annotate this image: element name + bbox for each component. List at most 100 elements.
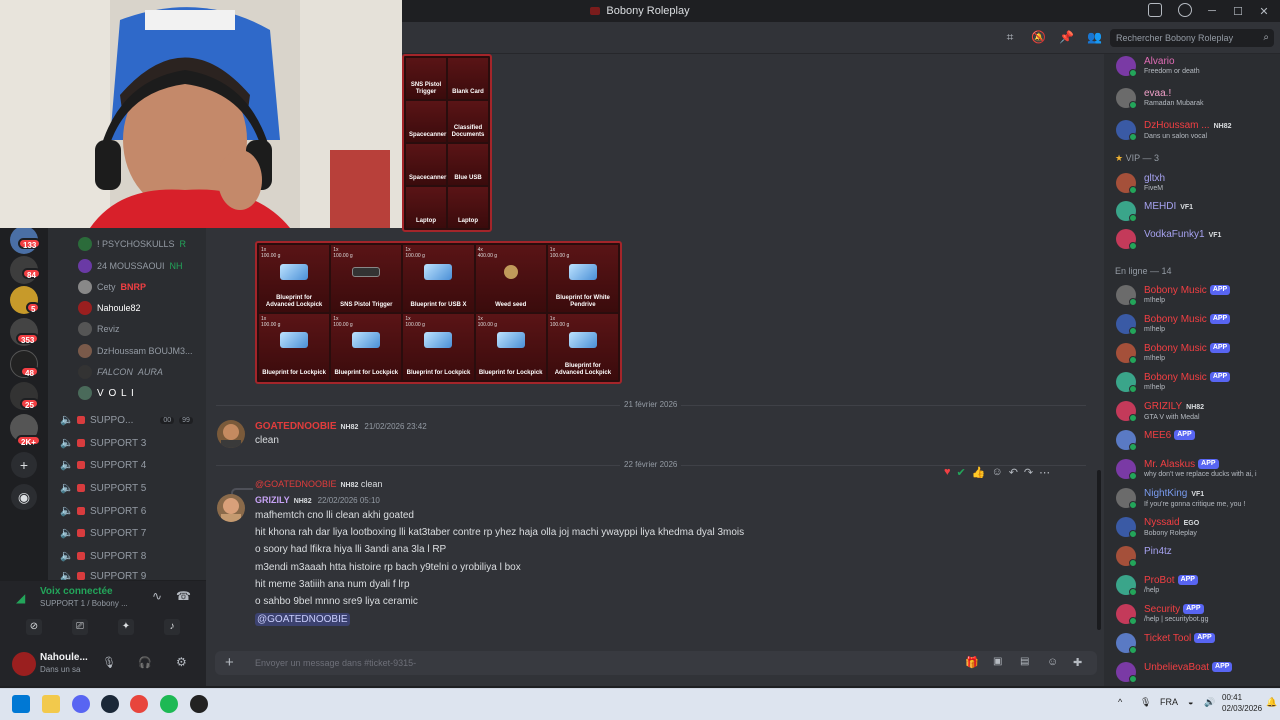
pin-icon[interactable]: 📌 bbox=[1059, 30, 1074, 44]
activities-icon[interactable]: ✦ bbox=[118, 619, 134, 635]
volume-icon[interactable]: 🔊 bbox=[1204, 697, 1215, 708]
voice-member[interactable]: ! PSYCHOSKULLS R bbox=[78, 237, 186, 251]
members-icon[interactable]: 👥 bbox=[1087, 30, 1102, 44]
channel-item[interactable]: 🔈 SUPPO... 00 99 bbox=[60, 414, 193, 426]
headphones-icon[interactable]: 🎧 bbox=[138, 656, 152, 669]
check-reaction-icon[interactable]: ✔ bbox=[957, 466, 966, 479]
chat-scrollbar[interactable] bbox=[1097, 470, 1101, 630]
mute-icon[interactable]: 🔕 bbox=[1031, 30, 1046, 44]
inventory-screenshot[interactable]: 1x 100.00 g Blueprint for Advanced Lockpic… bbox=[255, 241, 622, 384]
notification-icon[interactable]: 🔔 bbox=[1266, 697, 1277, 708]
tray-chevron-icon[interactable]: ^ bbox=[1118, 697, 1122, 707]
camera-off-icon[interactable]: ⊘ bbox=[26, 619, 42, 635]
app-icon[interactable] bbox=[190, 695, 208, 713]
add-reaction-icon[interactable]: ☺ bbox=[991, 466, 1002, 478]
member-item[interactable]: MEE6 APP bbox=[1116, 430, 1195, 451]
avatar[interactable] bbox=[12, 652, 36, 676]
voice-member[interactable]: Nahoule82 bbox=[78, 301, 141, 315]
member-item[interactable]: NightKing VF1 If you're gonna critique me,… bbox=[1116, 488, 1245, 509]
member-item[interactable]: GRIZILY NH82 GTA V with Medal bbox=[1116, 401, 1204, 422]
reply-icon[interactable]: ↶ bbox=[1009, 466, 1018, 479]
gear-icon[interactable]: ⚙ bbox=[176, 655, 187, 669]
windows-start-icon[interactable] bbox=[12, 695, 30, 713]
voice-member[interactable]: DzHoussam BOUJM3... bbox=[78, 344, 193, 358]
member-item[interactable]: gltxh FiveM bbox=[1116, 173, 1165, 194]
add-server-icon[interactable]: + bbox=[11, 452, 37, 478]
member-status: Bobony Roleplay bbox=[1144, 530, 1197, 537]
emoji-icon[interactable]: ☺ bbox=[1047, 656, 1058, 668]
steam-icon[interactable] bbox=[101, 695, 119, 713]
member-item[interactable]: MEHDI VF1 bbox=[1116, 201, 1193, 222]
gif-icon[interactable]: ▣ bbox=[993, 656, 1002, 667]
member-item[interactable]: VodkaFunky1 VF1 bbox=[1116, 229, 1221, 250]
discord-icon[interactable] bbox=[72, 695, 90, 713]
chrome-icon[interactable] bbox=[130, 695, 148, 713]
minimize-icon[interactable]: ─ bbox=[1202, 2, 1222, 20]
clock-date[interactable]: 02/03/2026 bbox=[1222, 704, 1262, 713]
apps-icon[interactable]: ✚ bbox=[1073, 656, 1082, 669]
voice-member[interactable]: FALCON AURA bbox=[78, 365, 163, 379]
voice-member[interactable]: Cety BNRP bbox=[78, 280, 146, 294]
message-composer[interactable]: + Envoyer un message dans #ticket-9315- … bbox=[215, 651, 1097, 675]
threads-icon[interactable]: ⌗ bbox=[1003, 30, 1017, 44]
member-item[interactable]: Alvario Freedom or death bbox=[1116, 56, 1200, 77]
spotify-icon[interactable] bbox=[160, 695, 178, 713]
channel-item[interactable]: 🔈 SUPPORT 6 bbox=[60, 505, 146, 517]
member-item[interactable]: ProBot APP/help bbox=[1116, 575, 1198, 596]
microphone-icon[interactable]: 🎙 bbox=[102, 656, 116, 669]
server-badge: 2K+ bbox=[16, 435, 41, 447]
avatar[interactable] bbox=[217, 494, 245, 522]
forward-icon[interactable]: ↷ bbox=[1024, 466, 1033, 479]
member-item[interactable]: DzHoussam ... NH82 Dans un salon vocal bbox=[1116, 120, 1231, 141]
member-item[interactable]: Bobony Music APP m!help bbox=[1116, 372, 1231, 393]
channel-item[interactable]: 🔈 SUPPORT 8 bbox=[60, 550, 146, 562]
message-author[interactable]: GOATEDNOOBIE NH82 21/02/2026 23:42 bbox=[255, 421, 427, 432]
voice-member[interactable]: V O L I bbox=[78, 386, 135, 400]
channel-item[interactable]: 🔈 SUPPORT 4 bbox=[60, 459, 146, 471]
disconnect-icon[interactable]: ☎ bbox=[176, 589, 191, 603]
channel-item[interactable]: 🔈 SUPPORT 9 bbox=[60, 572, 146, 580]
attach-plus-icon[interactable]: + bbox=[225, 654, 234, 671]
voice-member[interactable]: 24 MOUSSAOUI NH bbox=[78, 259, 183, 273]
screenshare-icon[interactable]: ⎚ bbox=[72, 619, 88, 635]
soundboard-icon[interactable]: ♪ bbox=[164, 619, 180, 635]
maximize-icon[interactable]: ☐ bbox=[1228, 2, 1248, 20]
member-item[interactable]: Nyssaid EGO Bobony Roleplay bbox=[1116, 517, 1199, 538]
more-icon[interactable]: ⋯ bbox=[1039, 466, 1050, 479]
sticker-icon[interactable]: ▤ bbox=[1020, 656, 1029, 667]
inbox-icon[interactable] bbox=[1148, 3, 1162, 17]
member-item[interactable]: Bobony Music APP m!help bbox=[1116, 343, 1231, 364]
reply-preview[interactable]: @GOATEDNOOBIE NH82 clean bbox=[255, 479, 382, 489]
discover-icon[interactable]: ◉ bbox=[11, 484, 37, 510]
user-mention[interactable]: @GOATEDNOOBIE bbox=[255, 613, 350, 626]
channel-item[interactable]: 🔈 SUPPORT 7 bbox=[60, 527, 146, 539]
voice-member[interactable]: Reviz bbox=[78, 322, 120, 336]
member-item[interactable]: UnbelievaBoat APP bbox=[1116, 662, 1233, 683]
gift-icon[interactable]: 🎁 bbox=[965, 656, 979, 669]
member-item[interactable]: evaa.! Ramadan Mubarak bbox=[1116, 88, 1204, 109]
item-name: Blueprint for Advanced Lockpick bbox=[265, 294, 323, 308]
member-item[interactable]: Ticket Tool APP bbox=[1116, 633, 1215, 654]
noise-suppression-icon[interactable]: ∿ bbox=[152, 589, 162, 603]
channel-item[interactable]: 🔈 SUPPORT 3 bbox=[60, 437, 146, 449]
close-icon[interactable]: ✕ bbox=[1254, 2, 1274, 20]
search-input[interactable]: Rechercher Bobony Roleplay ⌕ bbox=[1110, 29, 1274, 47]
heart-reaction-icon[interactable]: ♥ bbox=[944, 466, 951, 478]
member-item[interactable]: Security APP/help | securitybot.gg bbox=[1116, 604, 1208, 625]
voice-channel[interactable]: SUPPORT 1 / Bobony ... bbox=[40, 599, 128, 608]
inventory-screenshot-top[interactable]: SNS Pistol Trigger Blank Card Spacecanne… bbox=[402, 54, 492, 232]
file-explorer-icon[interactable] bbox=[42, 695, 60, 713]
avatar[interactable] bbox=[217, 420, 245, 448]
member-item[interactable]: Mr. Alaskus APP why don't we replace ducks… bbox=[1116, 459, 1257, 480]
language-indicator[interactable]: FRA bbox=[1160, 697, 1178, 707]
clock-time[interactable]: 00:41 bbox=[1222, 693, 1242, 702]
thumbsup-reaction-icon[interactable]: 👍 bbox=[972, 466, 986, 479]
wifi-icon[interactable]: ◒ bbox=[1188, 697, 1193, 707]
member-item[interactable]: Pin4tz bbox=[1116, 546, 1172, 567]
help-icon[interactable] bbox=[1178, 3, 1192, 17]
tray-mic-icon[interactable]: 🎙 bbox=[1140, 697, 1151, 708]
member-item[interactable]: Bobony Music APP m!help bbox=[1116, 285, 1231, 306]
channel-item[interactable]: 🔈 SUPPORT 5 bbox=[60, 482, 146, 494]
member-item[interactable]: Bobony Music APP m!help bbox=[1116, 314, 1231, 335]
message-author[interactable]: GRIZILY NH82 22/02/2026 05:10 bbox=[255, 495, 380, 505]
